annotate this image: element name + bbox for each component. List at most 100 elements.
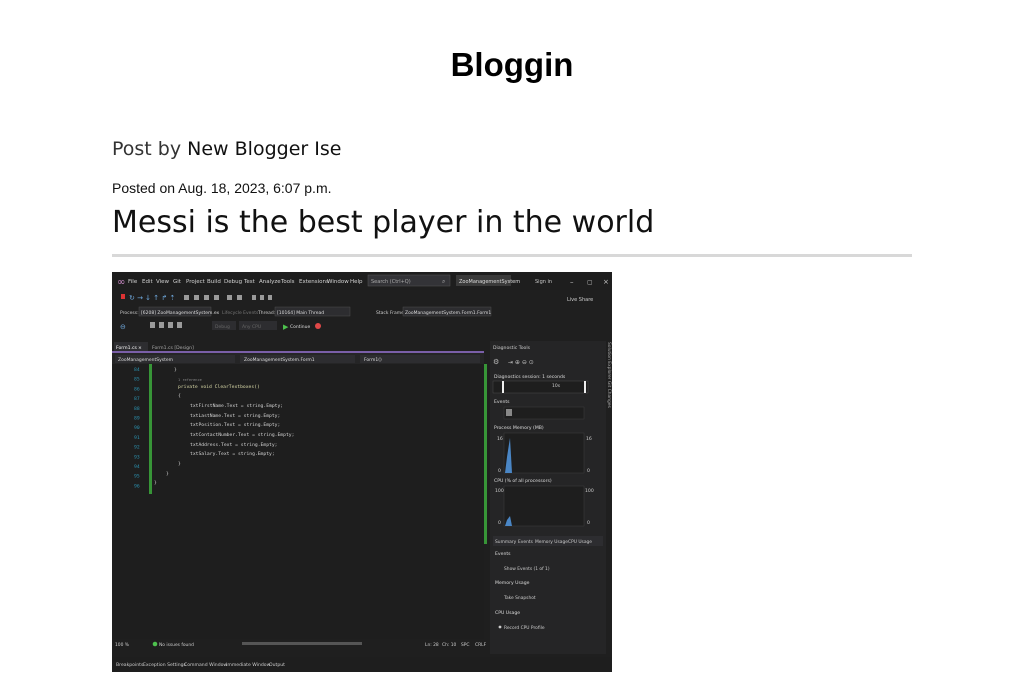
timeline-end-marker[interactable]	[584, 381, 586, 393]
issues-status[interactable]: No issues found	[159, 642, 194, 648]
code-line: private void ClearTextboxes()	[178, 384, 260, 390]
stack-frame-label: Stack Frame:	[376, 310, 405, 316]
stop-icon[interactable]	[121, 294, 125, 299]
cpu-min-right: 0	[587, 520, 590, 526]
restore-icon[interactable]: ▢	[587, 279, 593, 286]
code-line: txtPosition.Text = string.Empty;	[190, 422, 280, 428]
code-line: txtFirstName.Text = string.Empty;	[190, 403, 283, 409]
continue-button[interactable]: Continue	[290, 324, 310, 330]
status-crlf: CRLF	[475, 642, 487, 648]
menu-item-window[interactable]: Window	[327, 279, 349, 285]
menu-item-edit[interactable]: Edit	[142, 279, 153, 285]
menu-item-view[interactable]: View	[156, 279, 170, 285]
event-marker[interactable]	[506, 409, 512, 416]
status-column: Ch: 10	[442, 642, 457, 648]
live-share-button[interactable]: Live Share	[567, 297, 593, 303]
menu-item-debug[interactable]: Debug	[224, 279, 242, 285]
cpu-max-left: 100	[495, 488, 504, 494]
diag-settings-icon[interactable]: ⚙	[493, 358, 499, 366]
tab-close-icon[interactable]: ×	[138, 345, 142, 351]
code-line: }	[174, 367, 177, 373]
sign-in-link[interactable]: Sign in	[535, 279, 552, 285]
cpu-min-left: 0	[498, 520, 501, 526]
line-number: 86	[134, 386, 140, 392]
site-title[interactable]: Bloggin	[0, 46, 1024, 84]
bottom-tabs[interactable]: Breakpoints Exception SettingsCommand Win…	[116, 662, 285, 668]
menu-items: File Edit View Git Project Build Debug Test Anal…	[128, 279, 363, 285]
code-line: }	[154, 480, 157, 486]
minimize-icon[interactable]: –	[570, 278, 574, 286]
thread-label: Thread:	[257, 310, 275, 316]
menu-item-project[interactable]: Project	[186, 279, 206, 285]
diag-tab-summary[interactable]: Summary	[495, 539, 517, 545]
bottom-tab-command-window[interactable]: Command Window	[184, 662, 227, 668]
vs-logo-icon: ∞	[117, 277, 125, 288]
title-divider	[112, 254, 912, 257]
lifecycle-events[interactable]: Lifecycle Events	[222, 310, 259, 316]
memory-label: Process Memory (MB)	[494, 425, 544, 431]
tab-form1-design[interactable]: Form1.cs [Design]	[152, 345, 194, 351]
events-label: Events	[494, 399, 510, 405]
summary-events-heading: Events	[495, 551, 511, 557]
breakpoint-icon[interactable]	[315, 323, 321, 329]
nav-member: Form1()	[364, 357, 382, 363]
menu-item-file[interactable]: File	[128, 279, 138, 285]
code-line: }	[166, 471, 169, 477]
memory-min-left: 0	[498, 468, 501, 474]
code-line: txtContactNumber.Text = string.Empty;	[190, 432, 294, 438]
ide-screenshot: ∞ File Edit View Git Project Build Debug Test An…	[112, 272, 612, 672]
process-value: [6208] ZooManagementSystem.ex	[141, 310, 220, 316]
post-byline: Post by New Blogger Ise	[112, 138, 341, 160]
back-icon[interactable]: ⊖	[120, 323, 126, 331]
line-number: 89	[134, 416, 140, 422]
take-snapshot-button[interactable]: Take Snapshot	[503, 595, 536, 601]
diag-tabs[interactable]: Summary Events Memory Usage CPU Usage	[495, 539, 592, 545]
search-icon: ⌕	[442, 278, 445, 285]
nav-project: ZooManagementSystem	[118, 357, 173, 363]
menu-item-tools[interactable]: Tools	[280, 279, 295, 285]
code-reference-hint: 1 reference	[178, 378, 202, 382]
bottom-tab-immediate-window[interactable]: Immediate Window	[226, 662, 271, 668]
cpu-graph	[503, 485, 585, 527]
diag-tab-memory-usage[interactable]: Memory Usage	[535, 539, 568, 545]
menu-item-test[interactable]: Test	[243, 279, 256, 285]
zoom-level[interactable]: 100 %	[115, 642, 129, 648]
line-number: 93	[134, 454, 140, 460]
status-line: Ln: 28	[425, 642, 439, 648]
timeline-start-marker[interactable]	[502, 381, 504, 393]
line-number: 85	[134, 377, 140, 383]
bottom-tab-exception-settings[interactable]: Exception Settings	[143, 662, 187, 668]
side-tabs[interactable]: Solution Explorer Git Changes	[606, 342, 612, 409]
close-icon[interactable]: ×	[603, 278, 609, 286]
show-events-link[interactable]: Show Events (1 of 1)	[504, 566, 550, 572]
menu-item-git[interactable]: Git	[173, 279, 182, 285]
diag-tab-cpu-usage[interactable]: CPU Usage	[568, 539, 592, 545]
memory-graph	[503, 432, 585, 474]
stack-frame-value: ZooManagementSystem.Form1.Form1	[405, 310, 491, 316]
menu-item-help[interactable]: Help	[350, 279, 363, 285]
memory-min-right: 0	[587, 468, 590, 474]
timeline-10s: 10s	[552, 383, 561, 389]
nav-class: ZooManagementSystem.Form1	[244, 357, 315, 363]
author-name[interactable]: New Blogger Ise	[187, 138, 341, 160]
diag-tab-events[interactable]: Events	[518, 539, 534, 545]
byline-prefix: Post by	[112, 138, 182, 160]
posted-date: Posted on Aug. 18, 2023, 6:07 p.m.	[112, 180, 332, 196]
menu-item-build[interactable]: Build	[207, 279, 221, 285]
menu-item-extensions[interactable]: Extensions	[299, 279, 329, 285]
code-line: }	[178, 461, 181, 467]
search-placeholder: Search (Ctrl+Q)	[371, 279, 411, 285]
svg-text:↻ → ↓ ↑ ↱ ⇡: ↻ → ↓ ↑ ↱ ⇡	[129, 294, 175, 302]
horizontal-scrollbar[interactable]	[242, 642, 362, 645]
bottom-tab-breakpoints[interactable]: Breakpoints	[116, 662, 144, 668]
diag-timeline[interactable]	[492, 380, 589, 394]
record-cpu-button[interactable]: Record CPU Profile	[504, 625, 545, 631]
menu-item-analyze[interactable]: Analyze	[259, 279, 281, 285]
code-editor[interactable]	[112, 364, 484, 639]
bottom-tab-output[interactable]: Output	[269, 662, 285, 668]
continue-play-icon[interactable]: ▶	[283, 323, 289, 331]
diagnostic-title: Diagnostic Tools	[493, 345, 531, 351]
post-title: Messi is the best player in the world	[112, 205, 655, 240]
diag-zoom-icons[interactable]: ⇥ ⊕ ⊖ ⊙	[508, 359, 534, 366]
record-dot-icon	[498, 625, 502, 629]
